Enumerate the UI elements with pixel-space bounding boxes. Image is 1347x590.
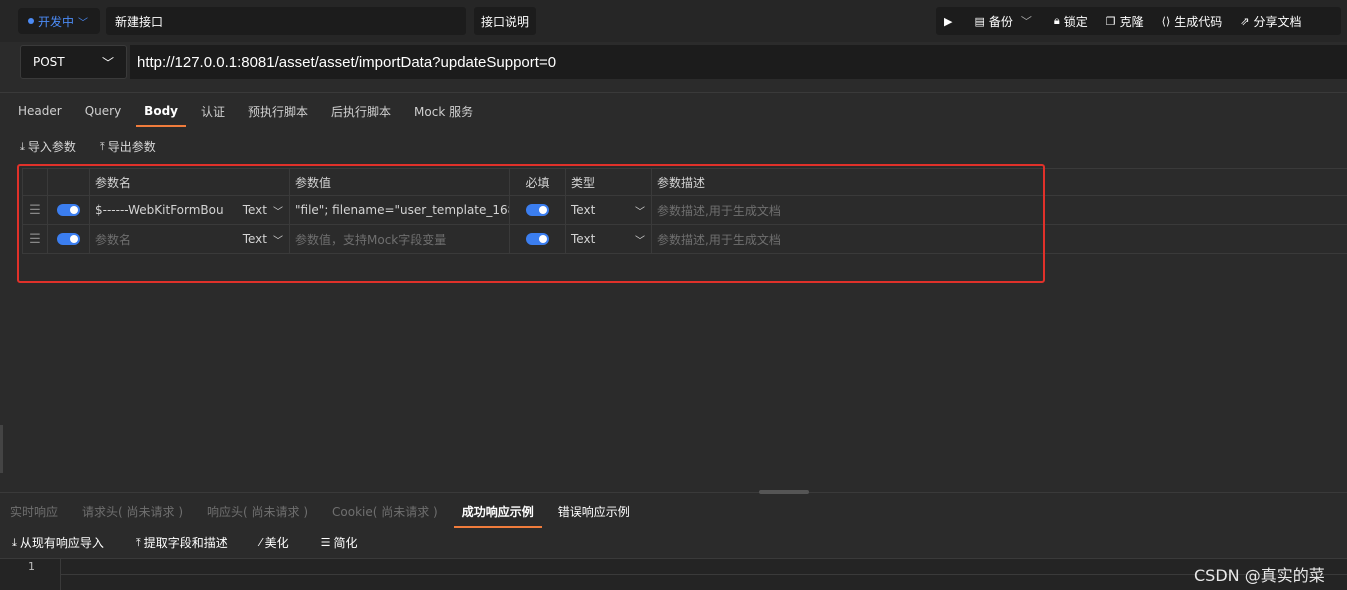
import-from-response-label: 从现有响应导入: [19, 536, 104, 550]
tab-post-script[interactable]: 后执行脚本: [331, 103, 391, 122]
upload-icon: ⤒: [99, 139, 105, 153]
download-icon: ⤓: [12, 535, 17, 549]
tab-header[interactable]: Header: [18, 104, 62, 120]
tab-cookie[interactable]: Cookie( 尚未请求 ): [332, 503, 438, 520]
status-dropdown[interactable]: 开发中 ﹀: [18, 8, 100, 34]
panel-resize-handle[interactable]: [759, 490, 809, 494]
tab-live-response[interactable]: 实时响应: [10, 503, 58, 520]
backup-label: 备份: [988, 14, 1013, 29]
clone-button[interactable]: ❐ 克隆: [1106, 13, 1144, 30]
tab-response-headers[interactable]: 响应头( 尚未请求 ): [207, 503, 308, 520]
tab-pre-script[interactable]: 预执行脚本: [248, 103, 308, 122]
upload-icon: ⤒: [135, 535, 141, 549]
extract-fields-button[interactable]: ⤒ 提取字段和描述: [136, 534, 228, 551]
chevron-down-icon: ﹀: [101, 55, 114, 70]
beautify-label: 美化: [264, 536, 289, 550]
lock-button[interactable]: 🔒︎ 锁定: [1054, 13, 1088, 30]
tab-body[interactable]: Body: [136, 104, 186, 127]
generate-code-button[interactable]: ⟨⟩ 生成代码: [1162, 13, 1223, 30]
list-icon: ☰: [320, 536, 331, 549]
divider: [0, 492, 1347, 493]
share-doc-label: 分享文档: [1253, 14, 1302, 29]
import-from-response-button[interactable]: ⤓ 从现有响应导入: [12, 534, 104, 551]
left-scrollbar[interactable]: [0, 425, 3, 473]
import-params-button[interactable]: ⤓ 导入参数: [20, 138, 76, 155]
status-label: 开发中: [38, 14, 75, 29]
method-label: POST: [33, 55, 65, 69]
tab-mock[interactable]: Mock 服务: [414, 103, 473, 122]
highlight-box: [17, 164, 1045, 283]
share-doc-button[interactable]: ⇗ 分享文档: [1240, 13, 1301, 30]
copy-icon: ❐: [1105, 14, 1116, 28]
chevron-down-icon: ﹀: [78, 17, 89, 29]
clone-label: 克隆: [1119, 14, 1144, 29]
api-description-button[interactable]: 接口说明: [474, 7, 536, 35]
method-select[interactable]: POST ﹀: [20, 45, 127, 79]
play-icon: ▶: [944, 14, 953, 28]
url-input[interactable]: [130, 45, 1347, 79]
right-toolbar: ▶ ▤ 备份 ﹀ 🔒︎ 锁定 ❐ 克隆 ⟨⟩ 生成代码 ⇗ 分享文档: [936, 7, 1341, 35]
run-button[interactable]: ▶: [944, 15, 956, 28]
beautify-button[interactable]: ⁄ 美化: [260, 534, 289, 551]
code-icon: ⟨⟩: [1161, 14, 1171, 28]
export-params-label: 导出参数: [107, 140, 156, 154]
export-params-button[interactable]: ⤒ 导出参数: [100, 138, 156, 155]
response-actions: ⤓ 从现有响应导入 ⤒ 提取字段和描述 ⁄ 美化 ☰ 简化: [12, 534, 390, 551]
import-params-label: 导入参数: [27, 140, 76, 154]
tab-success-example[interactable]: 成功响应示例: [453, 503, 542, 528]
magic-wand-icon: ⁄: [259, 536, 262, 549]
request-tabs: Header Query Body 认证 预执行脚本 后执行脚本 Mock 服务: [18, 96, 496, 128]
response-tabs: 实时响应 请求头( 尚未请求 ) 响应头( 尚未请求 ) Cookie( 尚未请…: [10, 497, 654, 528]
watermark: CSDN @真实的菜: [1194, 566, 1325, 585]
generate-code-label: 生成代码: [1174, 14, 1223, 29]
line-number: 1: [28, 560, 35, 573]
share-icon: ⇗: [1240, 14, 1250, 28]
editor-current-line: [61, 574, 1347, 575]
api-name-input[interactable]: [106, 7, 466, 35]
extract-fields-label: 提取字段和描述: [143, 536, 228, 550]
divider: [0, 92, 1347, 93]
backup-button[interactable]: ▤ 备份 ﹀: [974, 13, 1035, 30]
chevron-down-icon: ﹀: [1020, 15, 1032, 28]
status-dot-icon: [28, 18, 34, 24]
backup-icon: ▤: [974, 14, 985, 28]
simplify-button[interactable]: ☰ 简化: [321, 534, 358, 551]
tab-request-headers[interactable]: 请求头( 尚未请求 ): [82, 503, 183, 520]
simplify-label: 简化: [333, 536, 358, 550]
download-icon: ⤓: [20, 139, 25, 153]
param-actions: ⤓ 导入参数 ⤒ 导出参数: [20, 138, 180, 155]
tab-error-example[interactable]: 错误响应示例: [558, 503, 630, 520]
tab-auth[interactable]: 认证: [201, 103, 225, 122]
tab-query[interactable]: Query: [85, 104, 121, 120]
lock-icon: 🔒︎: [1053, 14, 1060, 27]
lock-label: 锁定: [1063, 14, 1088, 29]
